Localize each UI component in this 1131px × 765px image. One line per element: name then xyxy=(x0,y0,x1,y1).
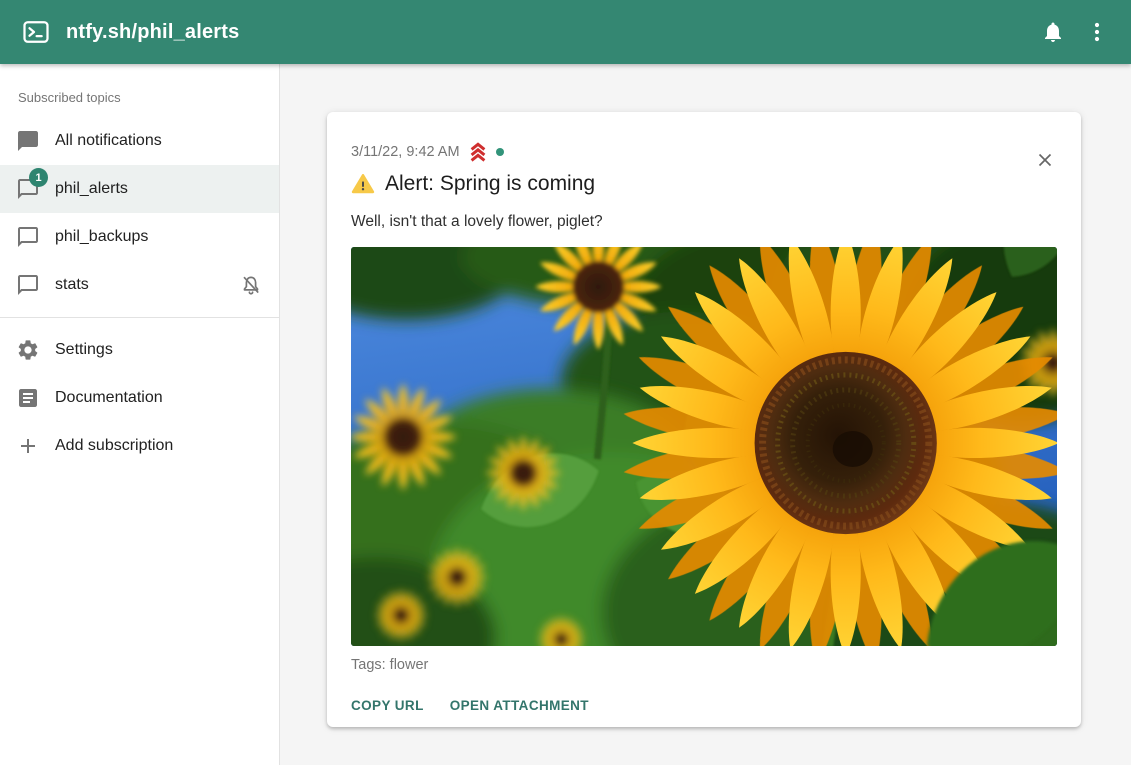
notifications-muted-icon xyxy=(239,273,263,297)
gear-icon xyxy=(16,338,40,362)
chat-bubble-filled-icon xyxy=(16,129,40,153)
notification-body: Well, isn't that a lovely flower, piglet… xyxy=(351,213,1057,231)
main-content: 3/11/22, 9:42 AM xyxy=(280,64,1131,765)
sidebar-item-label: All notifications xyxy=(55,132,162,150)
subscribed-topics-label: Subscribed topics xyxy=(0,72,279,117)
notification-tags: Tags: flower xyxy=(351,657,1057,673)
new-notification-dot xyxy=(496,148,504,156)
sidebar-item-stats[interactable]: stats xyxy=(0,261,279,309)
sidebar-item-label: phil_alerts xyxy=(55,180,128,198)
unread-count-badge: 1 xyxy=(29,168,48,187)
sidebar-item-label: phil_backups xyxy=(55,228,148,246)
sidebar-item-all-notifications[interactable]: All notifications xyxy=(0,117,279,165)
sidebar-divider xyxy=(0,317,279,318)
attachment-image[interactable] xyxy=(351,247,1057,646)
sidebar-item-label: Add subscription xyxy=(55,437,173,455)
notification-card: 3/11/22, 9:42 AM xyxy=(327,112,1081,727)
notification-header: 3/11/22, 9:42 AM xyxy=(351,141,1057,163)
sidebar-item-phil-backups[interactable]: phil_backups xyxy=(0,213,279,261)
app-title: ntfy.sh/phil_alerts xyxy=(66,21,239,44)
sidebar-item-phil-alerts[interactable]: 1 phil_alerts xyxy=(0,165,279,213)
notifications-bell-button[interactable] xyxy=(1031,10,1075,54)
sidebar: Subscribed topics All notifications 1 ph… xyxy=(0,64,280,765)
sidebar-item-add-subscription[interactable]: Add subscription xyxy=(0,422,279,470)
open-attachment-button[interactable]: OPEN ATTACHMENT xyxy=(450,694,589,717)
app-bar: ntfy.sh/phil_alerts xyxy=(0,0,1131,64)
sidebar-item-label: Documentation xyxy=(55,389,163,407)
sidebar-item-documentation[interactable]: Documentation xyxy=(0,374,279,422)
priority-max-icon xyxy=(467,141,489,163)
sidebar-item-label: stats xyxy=(55,276,89,294)
sidebar-item-settings[interactable]: Settings xyxy=(0,326,279,374)
chat-bubble-outline-icon xyxy=(16,225,40,249)
chat-bubble-outline-icon xyxy=(16,273,40,297)
notification-title-row: Alert: Spring is coming xyxy=(351,172,1057,196)
copy-url-button[interactable]: COPY URL xyxy=(351,694,424,717)
ntfy-terminal-logo-icon xyxy=(21,17,51,47)
overflow-menu-button[interactable] xyxy=(1075,10,1119,54)
close-notification-button[interactable] xyxy=(1025,140,1065,180)
sidebar-item-label: Settings xyxy=(55,341,113,359)
notification-timestamp: 3/11/22, 9:42 AM xyxy=(351,144,460,160)
plus-icon xyxy=(16,434,40,458)
article-icon xyxy=(16,386,40,410)
notification-actions: COPY URL OPEN ATTACHMENT xyxy=(351,694,1057,717)
warning-icon xyxy=(351,172,375,196)
notification-title: Alert: Spring is coming xyxy=(385,172,595,196)
